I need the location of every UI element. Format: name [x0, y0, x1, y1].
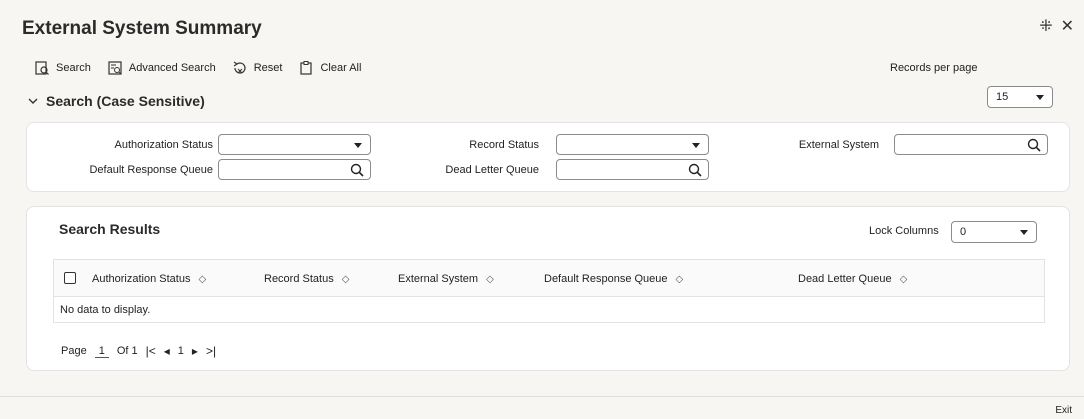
- column-header-dead-letter-queue[interactable]: Dead Letter Queue ◇: [798, 273, 907, 285]
- search-section-toggle[interactable]: Search (Case Sensitive): [28, 93, 205, 109]
- column-header-external-system[interactable]: External System ◇: [398, 273, 494, 285]
- record-status-label: Record Status: [469, 139, 539, 151]
- search-button[interactable]: Search: [34, 60, 91, 76]
- table-header-row: Authorization Status ◇ Record Status ◇ Ext…: [53, 259, 1045, 297]
- records-per-page-select[interactable]: 15: [987, 86, 1053, 108]
- window-header: External System Summary ⁜ ✕: [0, 0, 1084, 48]
- reset-button[interactable]: Reset: [232, 60, 283, 76]
- dead-letter-queue-field[interactable]: [556, 159, 709, 180]
- search-button-label: Search: [56, 62, 91, 74]
- reset-button-label: Reset: [253, 62, 283, 74]
- lock-columns-value: 0: [960, 226, 967, 238]
- advanced-search-button[interactable]: Advanced Search: [107, 60, 216, 76]
- sort-icon: ◇: [486, 273, 494, 285]
- select-all-checkbox[interactable]: [64, 272, 76, 284]
- authorization-status-label: Authorization Status: [114, 139, 213, 151]
- default-response-queue-field[interactable]: [218, 159, 371, 180]
- search-icon[interactable]: [1027, 138, 1041, 152]
- results-table: Authorization Status ◇ Record Status ◇ Ext…: [53, 259, 1045, 323]
- search-section-title: Search (Case Sensitive): [46, 93, 205, 109]
- footer-bar: Exit: [0, 396, 1084, 419]
- records-per-page-label: Records per page: [890, 62, 978, 74]
- column-header-authorization-status[interactable]: Authorization Status ◇: [92, 273, 206, 285]
- first-page-button[interactable]: |<: [146, 344, 156, 358]
- chevron-down-icon: [692, 143, 700, 148]
- search-criteria-panel: Authorization Status Record Status Exter…: [26, 122, 1070, 192]
- previous-page-button[interactable]: ◂: [164, 344, 170, 358]
- chevron-down-icon: [1020, 229, 1028, 235]
- empty-table-message: No data to display.: [53, 297, 1045, 323]
- last-page-button[interactable]: >|: [206, 344, 216, 358]
- chevron-down-icon: [1036, 94, 1044, 100]
- search-icon[interactable]: [688, 163, 702, 177]
- pagination: Page 1 Of 1 |< ◂ 1 ▸ >|: [61, 344, 216, 358]
- next-page-button[interactable]: ▸: [192, 344, 198, 358]
- close-icon[interactable]: ✕: [1061, 19, 1074, 35]
- advanced-search-button-label: Advanced Search: [128, 62, 216, 74]
- clipboard-icon: [300, 61, 313, 75]
- column-header-record-status[interactable]: Record Status ◇: [264, 273, 349, 285]
- page-title: External System Summary: [22, 18, 262, 39]
- page-number-input[interactable]: 1: [94, 345, 109, 358]
- expand-icon[interactable]: ⁜: [1039, 19, 1052, 35]
- toolbar: Search Advanced Search Reset Clear All: [34, 60, 361, 76]
- chevron-down-icon: [354, 143, 362, 148]
- search-icon[interactable]: [350, 163, 364, 177]
- authorization-status-select[interactable]: [218, 134, 371, 155]
- lock-columns-label: Lock Columns: [869, 225, 939, 237]
- dead-letter-queue-label: Dead Letter Queue: [445, 164, 539, 176]
- default-response-queue-label: Default Response Queue: [89, 164, 213, 176]
- sort-icon: ◇: [675, 273, 684, 285]
- column-header-default-response-queue[interactable]: Default Response Queue ◇: [544, 273, 683, 285]
- clear-all-button[interactable]: Clear All: [298, 60, 361, 76]
- page-of-label: Of 1: [116, 345, 138, 357]
- search-results-panel: Search Results Lock Columns 0 Authorizat…: [26, 206, 1070, 371]
- page-label: Page: [61, 345, 87, 357]
- current-page-number: 1: [177, 345, 184, 357]
- chevron-down-icon: [28, 98, 38, 104]
- search-icon: [35, 61, 49, 75]
- sort-icon: ◇: [341, 273, 350, 285]
- external-system-label: External System: [798, 139, 879, 151]
- records-per-page-value: 15: [996, 91, 1009, 103]
- external-system-field[interactable]: [894, 134, 1048, 155]
- clear-all-button-label: Clear All: [320, 62, 362, 74]
- window-controls: ⁜ ✕: [1039, 19, 1074, 35]
- reset-icon: [233, 61, 246, 74]
- lock-columns-select[interactable]: 0: [951, 221, 1037, 243]
- sort-icon: ◇: [899, 273, 908, 285]
- exit-button[interactable]: Exit: [1055, 405, 1072, 416]
- advanced-search-icon: [108, 61, 122, 75]
- sort-icon: ◇: [198, 273, 207, 285]
- search-results-title: Search Results: [59, 221, 161, 237]
- record-status-select[interactable]: [556, 134, 709, 155]
